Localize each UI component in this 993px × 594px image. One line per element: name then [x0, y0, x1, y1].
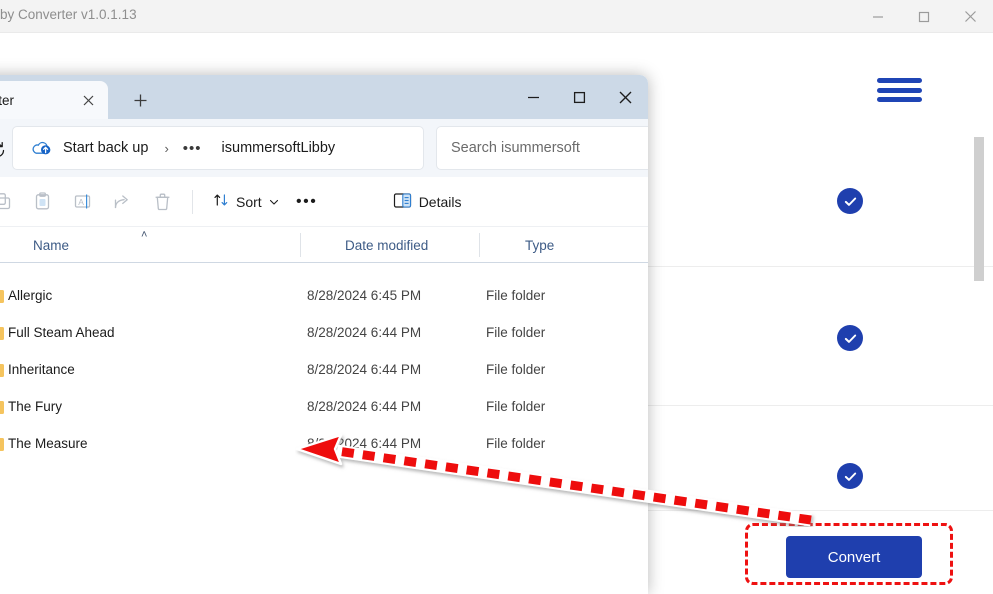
paste-icon[interactable] [22, 184, 62, 220]
file-type: File folder [486, 325, 546, 340]
onedrive-backup-icon [31, 137, 53, 159]
check-circle-icon[interactable] [837, 325, 863, 351]
breadcrumb-backup-label[interactable]: Start back up [63, 140, 148, 156]
column-header-type[interactable]: Type [525, 227, 554, 263]
background-window-title: by Converter v1.0.1.13 [0, 7, 137, 22]
file-date-modified: 8/28/2024 6:44 PM [307, 362, 422, 377]
breadcrumb[interactable]: Start back up › ••• isummersoftLibby [12, 126, 424, 170]
file-name: Inheritance [8, 362, 75, 377]
explorer-tab[interactable]: nverter [0, 81, 108, 119]
explorer-minimize-button[interactable] [510, 75, 556, 119]
folder-icon [0, 399, 4, 414]
breadcrumb-overflow-button[interactable]: ••• [183, 140, 202, 157]
copy-icon[interactable] [0, 184, 22, 220]
explorer-window-controls [510, 75, 648, 119]
file-list: Allergic 8/28/2024 6:45 PM File folder F… [0, 263, 648, 594]
background-window-controls [855, 0, 993, 33]
file-date-modified: 8/28/2024 6:44 PM [307, 325, 422, 340]
file-name: Allergic [8, 288, 53, 303]
background-title-bar: by Converter v1.0.1.13 [0, 0, 993, 33]
sort-ascending-caret: ˄ [141, 229, 148, 241]
explorer-tab-label: nverter [0, 92, 15, 108]
screenshot-root: by Converter v1.0.1.13 Convert ter Start… [0, 0, 993, 594]
convert-button[interactable]: Convert [786, 536, 922, 578]
file-type: File folder [486, 362, 546, 377]
sort-button[interactable]: Sort [203, 185, 289, 219]
background-close-button[interactable] [947, 0, 993, 33]
file-date-modified: 8/28/2024 6:44 PM [307, 436, 422, 451]
background-minimize-button[interactable] [855, 0, 901, 33]
search-placeholder: Search isummersoft [451, 140, 580, 156]
explorer-command-bar: A Sort ••• Details [0, 177, 648, 227]
table-row[interactable]: Full Steam Ahead 8/28/2024 6:44 PM File … [0, 314, 648, 351]
rename-icon[interactable]: A [62, 184, 102, 220]
hamburger-bar-3 [877, 97, 922, 102]
column-header-row: ˄ Name Date modified Type [0, 227, 648, 263]
file-type: File folder [486, 288, 546, 303]
explorer-close-button[interactable] [602, 75, 648, 119]
file-explorer-window: nverter [0, 75, 648, 594]
search-input[interactable]: Search isummersoft [436, 126, 648, 170]
details-label: Details [418, 193, 462, 210]
background-file-list [648, 120, 993, 520]
hamburger-menu-icon[interactable] [877, 75, 922, 105]
file-date-modified: 8/28/2024 6:45 PM [307, 288, 422, 303]
table-row[interactable]: The Fury 8/28/2024 6:44 PM File folder [0, 388, 648, 425]
file-type: File folder [486, 399, 546, 414]
check-circle-icon[interactable] [837, 463, 863, 489]
column-separator[interactable] [479, 233, 480, 257]
refresh-icon[interactable] [0, 135, 12, 165]
convert-button-highlight: Convert [745, 523, 953, 585]
row-divider [648, 510, 993, 511]
plus-icon[interactable] [126, 87, 154, 113]
explorer-address-bar: Start back up › ••• isummersoftLibby Sea… [0, 119, 648, 177]
share-icon[interactable] [102, 184, 142, 220]
toolbar-divider [192, 189, 193, 214]
svg-text:A: A [78, 197, 84, 207]
row-divider [648, 266, 993, 267]
breadcrumb-separator: › [164, 140, 169, 156]
folder-icon [0, 325, 4, 340]
delete-icon[interactable] [142, 184, 182, 220]
folder-icon [0, 288, 4, 303]
details-pane-icon [393, 192, 412, 212]
file-name: Full Steam Ahead [8, 325, 115, 340]
file-date-modified: 8/28/2024 6:44 PM [307, 399, 422, 414]
close-icon[interactable] [78, 90, 98, 110]
hamburger-bar-1 [877, 78, 922, 83]
table-row[interactable]: Inheritance 8/28/2024 6:44 PM File folde… [0, 351, 648, 388]
toolbar-more-button[interactable]: ••• [289, 185, 325, 219]
background-maximize-button[interactable] [901, 0, 947, 33]
explorer-tab-strip: nverter [0, 75, 648, 119]
column-header-date-modified[interactable]: Date modified [345, 227, 428, 263]
check-circle-icon[interactable] [837, 188, 863, 214]
sort-arrows-icon [213, 192, 229, 211]
background-scrollbar-thumb[interactable] [974, 137, 984, 281]
explorer-maximize-button[interactable] [556, 75, 602, 119]
table-row[interactable]: Allergic 8/28/2024 6:45 PM File folder [0, 277, 648, 314]
breadcrumb-path[interactable]: isummersoftLibby [222, 140, 336, 156]
file-name: The Fury [8, 399, 63, 414]
row-divider [648, 405, 993, 406]
chevron-down-icon [269, 194, 279, 210]
file-name: The Measure [8, 436, 88, 451]
details-button[interactable]: Details [383, 185, 472, 219]
table-row[interactable]: The Measure 8/28/2024 6:44 PM File folde… [0, 425, 648, 462]
file-type: File folder [486, 436, 546, 451]
folder-icon [0, 362, 4, 377]
folder-icon [0, 436, 4, 451]
hamburger-bar-2 [877, 87, 922, 93]
column-header-name[interactable]: Name [33, 227, 69, 263]
column-separator[interactable] [300, 233, 301, 257]
sort-label: Sort [236, 193, 262, 210]
